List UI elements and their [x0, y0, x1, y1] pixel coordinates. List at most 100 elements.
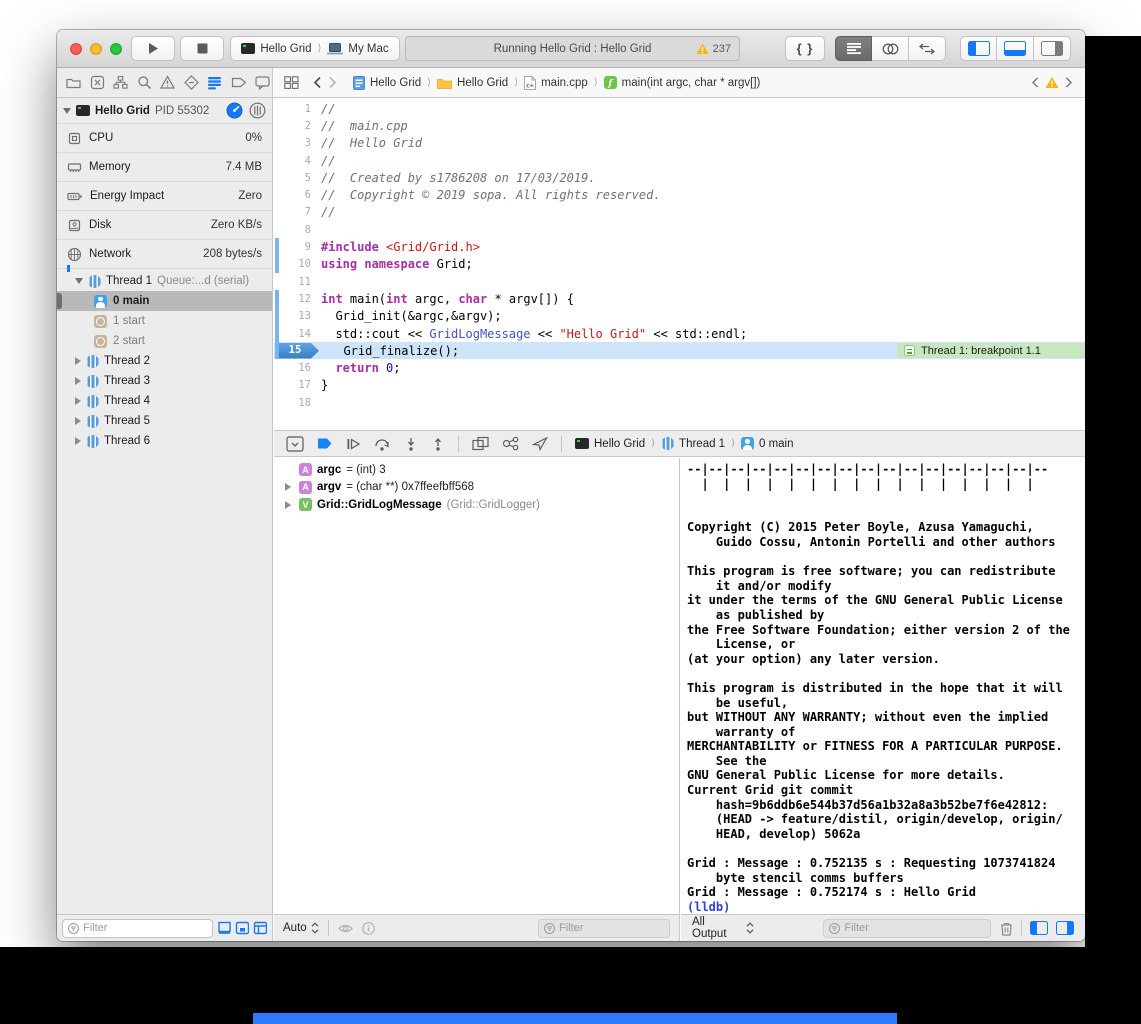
- warning-icon[interactable]: [1045, 76, 1059, 89]
- toggle-navigator-button[interactable]: [960, 36, 997, 61]
- crumb-project[interactable]: Hello Grid: [370, 77, 421, 89]
- code-line[interactable]: 3// Hello Grid: [274, 135, 1085, 152]
- navigator-filter-input[interactable]: [79, 922, 212, 934]
- line-number[interactable]: 14: [274, 328, 311, 340]
- console-output[interactable]: --|--|--|--|--|--|--|--|--|--|--|--|--|-…: [681, 458, 1085, 914]
- continue-button[interactable]: [346, 437, 361, 451]
- gauge-row-energy[interactable]: Energy Impact Zero: [57, 181, 272, 210]
- code-line[interactable]: 16 return 0;: [274, 359, 1085, 376]
- project-navigator-icon[interactable]: [66, 75, 81, 90]
- thread-row-3[interactable]: Thread 3: [57, 371, 272, 391]
- line-number[interactable]: 17: [274, 379, 311, 391]
- line-number[interactable]: 4: [274, 155, 311, 167]
- run-button[interactable]: [131, 36, 175, 61]
- filter-scope-queues-icon[interactable]: [217, 921, 231, 935]
- process-row[interactable]: Hello Grid PID 55302: [57, 98, 272, 123]
- line-number[interactable]: 10: [274, 258, 311, 270]
- source-control-navigator-icon[interactable]: [90, 75, 105, 90]
- crumb-thread[interactable]: Thread 1: [679, 438, 725, 450]
- hide-debug-area-button[interactable]: [286, 436, 304, 452]
- warning-badge[interactable]: 237: [696, 37, 731, 60]
- toggle-debug-area-button[interactable]: [997, 36, 1034, 61]
- report-navigator-icon[interactable]: [255, 75, 270, 90]
- issue-navigator-icon[interactable]: [160, 75, 175, 90]
- code-line[interactable]: 17}: [274, 377, 1085, 394]
- variable-row[interactable]: V Grid::GridLogMessage (Grid::GridLogger…: [274, 496, 679, 514]
- show-console-view-button[interactable]: [1056, 921, 1074, 935]
- thread-row-5[interactable]: Thread 5: [57, 411, 272, 431]
- activity-viewer[interactable]: Running Hello Grid : Hello Grid 237: [405, 36, 740, 61]
- disclosure-closed-icon[interactable]: [75, 417, 81, 425]
- next-issue-button[interactable]: [1065, 77, 1073, 88]
- code-line[interactable]: 18: [274, 394, 1085, 411]
- clear-console-button[interactable]: [1000, 921, 1013, 936]
- thread-row-1[interactable]: Thread 1 Queue:...d (serial): [57, 271, 272, 291]
- variable-row[interactable]: A argv = (char **) 0x7ffeefbff568: [274, 479, 679, 497]
- code-line[interactable]: 7//: [274, 204, 1085, 221]
- breakpoints-toggle-button[interactable]: [317, 437, 333, 450]
- breakpoint-line-indicator[interactable]: 15: [279, 343, 319, 359]
- disclosure-closed-icon[interactable]: [75, 377, 81, 385]
- assistant-editor-button[interactable]: [872, 36, 909, 61]
- quick-look-eye-icon[interactable]: [338, 923, 353, 934]
- crumb-file[interactable]: main.cpp: [541, 77, 588, 89]
- memory-graph-button[interactable]: [502, 436, 519, 451]
- line-number[interactable]: 6: [274, 189, 311, 201]
- console-filter-field[interactable]: [823, 919, 991, 938]
- filter-scope-state-icon[interactable]: [253, 921, 267, 935]
- code-line-current[interactable]: 15 Grid_finalize(); Thread 1: breakpoint…: [274, 342, 1085, 359]
- disclosure-open-icon[interactable]: [63, 108, 71, 114]
- variable-row[interactable]: A argc = (int) 3: [274, 461, 679, 479]
- disclosure-closed-icon[interactable]: [75, 437, 81, 445]
- breakpoint-navigator-icon[interactable]: [231, 75, 247, 90]
- disclosure-closed-icon[interactable]: [75, 357, 81, 365]
- toggle-inspector-button[interactable]: [1034, 36, 1071, 61]
- code-line[interactable]: 10using namespace Grid;: [274, 256, 1085, 273]
- stack-frame-row[interactable]: 1 start: [57, 311, 272, 331]
- step-into-button[interactable]: [404, 437, 418, 451]
- step-out-button[interactable]: [431, 437, 445, 451]
- code-line[interactable]: 8: [274, 221, 1085, 238]
- back-button[interactable]: [313, 76, 322, 89]
- thread-row-6[interactable]: Thread 6: [57, 431, 272, 451]
- previous-issue-button[interactable]: [1031, 77, 1039, 88]
- code-line[interactable]: 1//: [274, 100, 1085, 117]
- code-line[interactable]: 14 std::cout << GridLogMessage << "Hello…: [274, 325, 1085, 342]
- gauge-row-cpu[interactable]: CPU 0%: [57, 123, 272, 152]
- line-number[interactable]: 16: [274, 362, 311, 374]
- variables-view[interactable]: A argc = (int) 3 A argv = (char **) 0x7f…: [274, 458, 680, 914]
- filter-scope-crashed-icon[interactable]: [235, 921, 249, 935]
- crumb-symbol[interactable]: main(int argc, char * argv[]): [622, 77, 761, 89]
- line-number[interactable]: 3: [274, 137, 311, 149]
- crumb-group[interactable]: Hello Grid: [457, 77, 508, 89]
- show-variables-view-button[interactable]: [1030, 921, 1048, 935]
- titlebar[interactable]: Hello Grid ⟩ My Mac Running Hello Grid :…: [57, 30, 1085, 68]
- line-number[interactable]: 5: [274, 172, 311, 184]
- code-line[interactable]: 13 Grid_init(&argc,&argv);: [274, 308, 1085, 325]
- source-editor[interactable]: 1// 2// main.cpp 3// Hello Grid 4// 5// …: [274, 98, 1085, 430]
- code-line[interactable]: 6// Copyright © 2019 sopa. All rights re…: [274, 186, 1085, 203]
- debug-navigator-icon[interactable]: [207, 75, 222, 90]
- thread-row-2[interactable]: Thread 2: [57, 351, 272, 371]
- code-line[interactable]: 11: [274, 273, 1085, 290]
- line-number[interactable]: 18: [274, 397, 311, 409]
- code-line[interactable]: 2// main.cpp: [274, 117, 1085, 134]
- standard-editor-button[interactable]: [835, 36, 872, 61]
- breakpoint-badge[interactable]: Thread 1: breakpoint 1.1: [897, 343, 1085, 358]
- line-number[interactable]: 8: [274, 224, 311, 236]
- disclosure-closed-icon[interactable]: [285, 483, 291, 491]
- line-number[interactable]: 12: [274, 293, 311, 305]
- info-icon[interactable]: [362, 922, 375, 935]
- crumb-process[interactable]: Hello Grid: [594, 438, 645, 450]
- console-scope-popup[interactable]: All Output: [692, 916, 754, 940]
- line-number[interactable]: 7: [274, 206, 311, 218]
- line-number[interactable]: 2: [274, 120, 311, 132]
- console-filter-input[interactable]: [840, 922, 990, 934]
- gauge-row-disk[interactable]: Disk Zero KB/s: [57, 210, 272, 239]
- code-review-button[interactable]: { }: [785, 36, 825, 61]
- line-number[interactable]: 13: [274, 310, 311, 322]
- disclosure-closed-icon[interactable]: [75, 397, 81, 405]
- variables-scope-popup[interactable]: Auto: [283, 922, 319, 934]
- scheme-selector[interactable]: Hello Grid ⟩ My Mac: [230, 36, 400, 61]
- navigator-filter-field[interactable]: [62, 919, 213, 938]
